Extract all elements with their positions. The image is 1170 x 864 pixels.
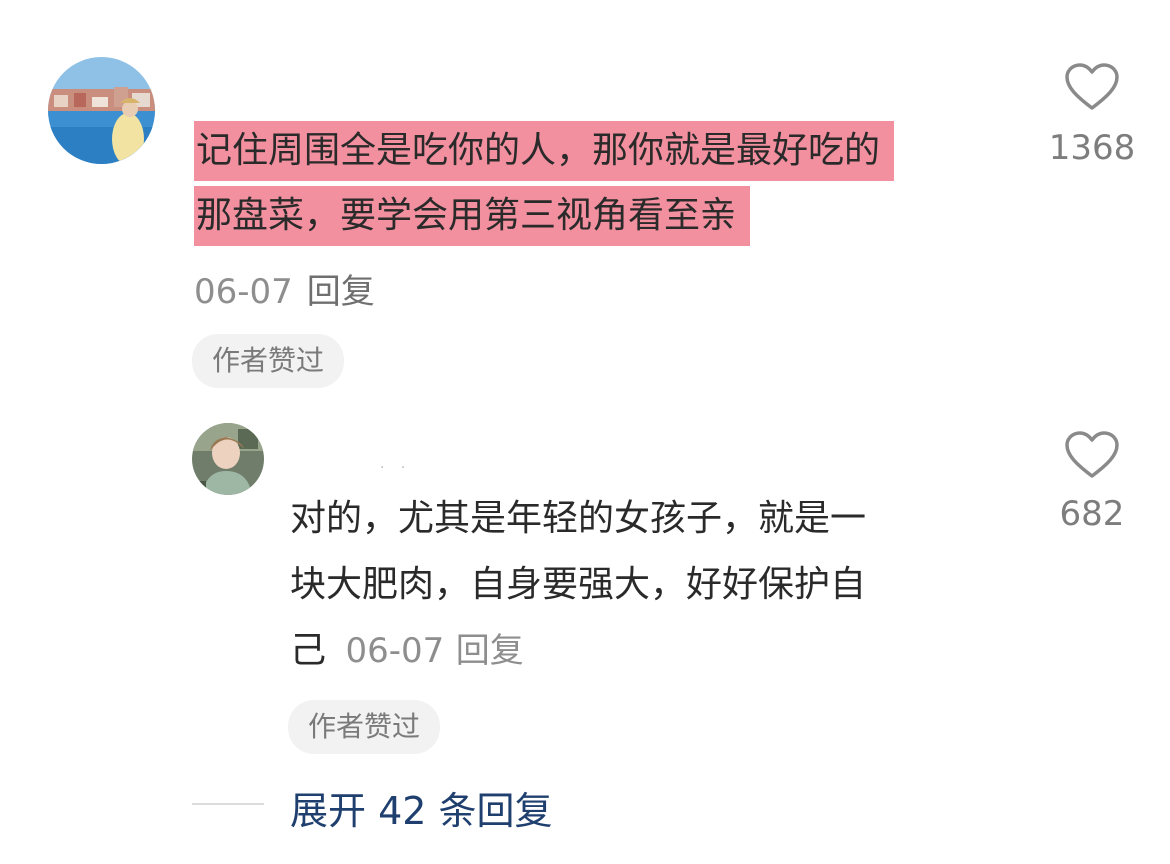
reply-like-count: 682 bbox=[1059, 494, 1125, 534]
expand-divider bbox=[192, 803, 264, 805]
reply-author-liked-badge: 作者赞过 bbox=[288, 700, 441, 754]
reply-text-tail: 己 bbox=[290, 630, 327, 671]
reply-text-line-3: 己 06-07 回复 bbox=[290, 620, 524, 682]
author-liked-badge: 作者赞过 bbox=[192, 334, 345, 388]
comment-text-line-1: 记住周围全是吃你的人，那你就是最好吃的 bbox=[194, 121, 895, 181]
replier-avatar[interactable] bbox=[192, 423, 264, 495]
reply-username-placeholder: · · bbox=[380, 460, 412, 476]
reply-reply-button[interactable]: 回复 bbox=[456, 631, 524, 671]
expand-replies-button[interactable]: 展开 42 条回复 bbox=[290, 780, 553, 835]
comment-text-line-2: 那盘菜，要学会用第三视角看至亲 bbox=[194, 186, 751, 246]
reply-text-line-2: 块大肥肉，自身要强大，好好保护自 bbox=[290, 564, 867, 605]
comment-like-button[interactable] bbox=[1064, 62, 1120, 116]
comment-date: 06-07 bbox=[194, 272, 293, 312]
commenter-avatar[interactable] bbox=[48, 57, 155, 164]
heart-outline-icon bbox=[1065, 431, 1119, 478]
comment-like-count: 1368 bbox=[1048, 128, 1136, 168]
heart-outline-icon bbox=[1065, 63, 1119, 110]
comment-reply-button[interactable]: 回复 bbox=[307, 272, 375, 312]
reply-date: 06-07 bbox=[345, 631, 445, 671]
comment-meta: 06-07 回复 bbox=[194, 264, 375, 313]
reply-like-button[interactable] bbox=[1064, 430, 1120, 484]
reply-text-line-1: 对的，尤其是年轻的女孩子，就是一 bbox=[290, 498, 867, 539]
